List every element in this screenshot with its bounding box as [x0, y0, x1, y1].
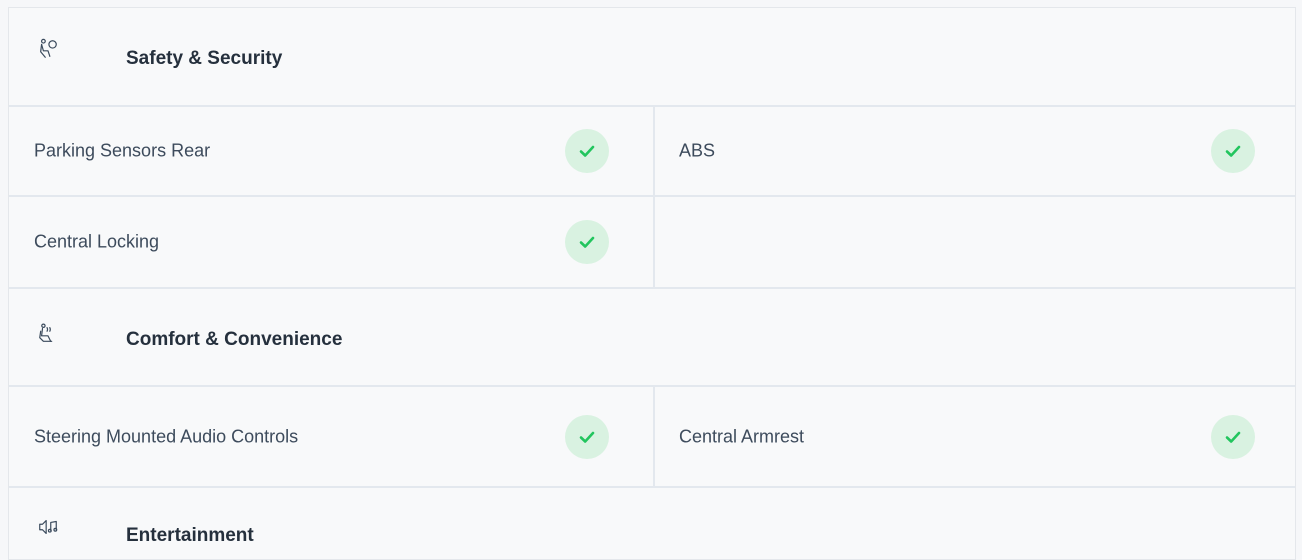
feature-label: Parking Sensors Rear: [34, 140, 211, 161]
feature-cell: Steering Mounted Audio Controls: [9, 387, 655, 486]
feature-label: ABS: [679, 140, 716, 161]
feature-label: Steering Mounted Audio Controls: [34, 426, 299, 446]
feature-row: Central Locking: [9, 195, 1295, 287]
section-header-comfort: Comfort & Convenience: [9, 287, 1295, 385]
feature-cell-empty: [655, 197, 1295, 287]
feature-label: Central Locking: [34, 231, 160, 252]
airbag-seat-icon: [37, 38, 59, 60]
feature-cell: ABS: [655, 107, 1295, 195]
feature-cell: Central Armrest: [655, 387, 1295, 486]
feature-cell: Parking Sensors Rear: [9, 107, 655, 195]
check-icon: [565, 220, 609, 264]
section-header-safety: Safety & Security: [9, 8, 1295, 106]
check-icon: [565, 414, 609, 459]
feature-row: Steering Mounted Audio Controls Central …: [9, 385, 1295, 486]
feature-cell: Central Locking: [9, 197, 655, 287]
feature-label: Central Armrest: [679, 426, 805, 446]
features-panel: Safety & Security Parking Sensors Rear A…: [8, 7, 1296, 560]
feature-row: Parking Sensors Rear ABS: [9, 105, 1295, 195]
seat-heating-icon: [37, 323, 59, 345]
speaker-music-icon: [37, 516, 59, 538]
check-icon: [1211, 414, 1255, 459]
check-icon: [565, 129, 609, 173]
section-title: Safety & Security: [126, 48, 283, 69]
check-icon: [1211, 129, 1255, 173]
section-title: Entertainment: [126, 525, 254, 546]
section-header-entertainment: Entertainment: [9, 486, 1295, 559]
section-title: Comfort & Convenience: [126, 329, 343, 350]
